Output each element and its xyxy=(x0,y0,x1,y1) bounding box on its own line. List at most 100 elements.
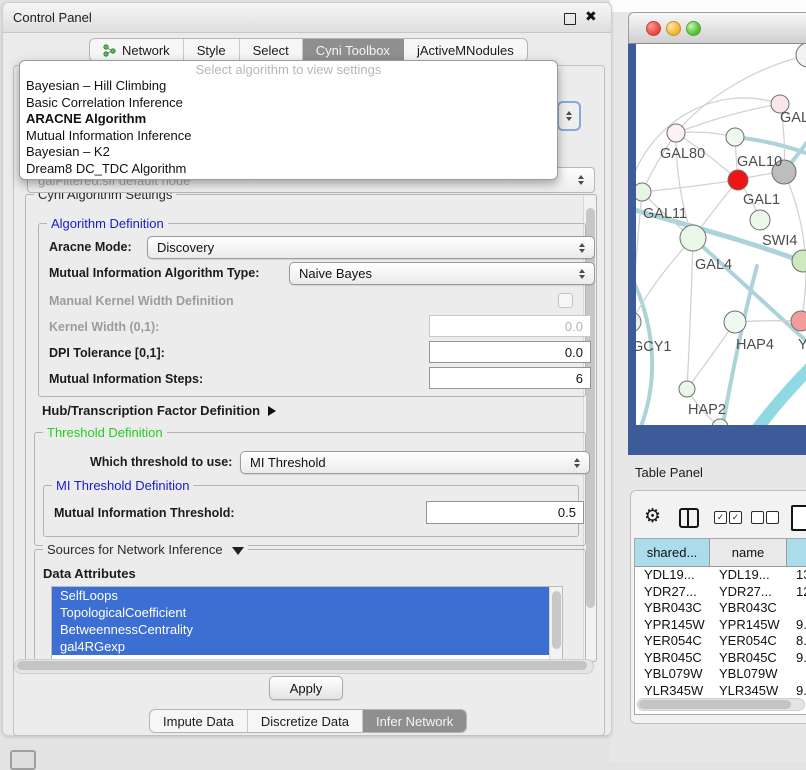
kernel-width-field[interactable]: 0.0 xyxy=(429,315,591,337)
select-all-checkbox-icon-2[interactable]: ✓ xyxy=(729,511,742,524)
settings-hscroll-thumb[interactable] xyxy=(17,661,587,670)
network-node[interactable] xyxy=(726,128,744,146)
aracne-mode-combo[interactable]: Discovery xyxy=(147,236,595,259)
network-edge[interactable] xyxy=(642,180,738,192)
collapsed-arrow-icon xyxy=(268,406,276,416)
network-edge[interactable] xyxy=(687,322,735,389)
algorithm-option[interactable]: Dream8 DC_TDC Algorithm xyxy=(20,161,557,178)
network-edge[interactable] xyxy=(687,238,693,389)
settings-horizontal-scrollbar[interactable] xyxy=(14,659,594,674)
hub-definition-label: Hub/Transcription Factor Definition xyxy=(42,403,260,418)
table-rows[interactable]: YDL19...YDL19...13YDR27...YDR27...12YBR0… xyxy=(635,567,806,702)
mi-type-combo[interactable]: Naive Bayes xyxy=(289,262,595,285)
network-view[interactable]: GALGAL80GAL10GAL1GAL11SWI4GAL4GCY1HAP4YH… xyxy=(636,42,806,425)
tab-cyni-toolbox[interactable]: Cyni Toolbox xyxy=(303,39,404,61)
tab-style[interactable]: Style xyxy=(184,39,240,61)
table-row[interactable]: YDL19...YDL19...13 xyxy=(635,567,806,584)
deselect-all-checkbox-icon-2[interactable] xyxy=(766,511,779,524)
algorithm-option[interactable]: Bayesian – K2 xyxy=(20,144,557,161)
network-node[interactable] xyxy=(792,250,806,272)
minimize-traffic-light-icon[interactable] xyxy=(666,21,681,36)
table-row[interactable]: YER054CYER054C8. xyxy=(635,633,806,650)
algorithm-definition-group: Algorithm Definition Aracne Mode: Discov… xyxy=(38,223,586,397)
table-row[interactable]: YLR345WYLR345W9. xyxy=(635,683,806,700)
algorithm-option[interactable]: Basic Correlation Inference xyxy=(20,95,557,112)
network-node[interactable] xyxy=(791,311,806,331)
attributes-vscrollbar[interactable] xyxy=(549,587,562,660)
tab-infer-network[interactable]: Infer Network xyxy=(363,710,466,732)
cyni-bottom-tabbar: Impute Data Discretize Data Infer Networ… xyxy=(149,709,467,733)
close-traffic-light-icon[interactable] xyxy=(646,21,661,36)
attribute-list-item[interactable]: TopologicalCoefficient xyxy=(52,604,558,621)
mi-steps-field[interactable]: 6 xyxy=(429,367,591,389)
network-node[interactable] xyxy=(667,124,685,142)
column-header-shared-name[interactable]: shared... xyxy=(635,539,710,566)
table-row[interactable]: YBR045CYBR045C9. xyxy=(635,650,806,667)
column-layout-icon[interactable] xyxy=(679,508,699,528)
mi-threshold-legend: MI Threshold Definition xyxy=(52,478,193,493)
float-window-icon[interactable] xyxy=(564,13,576,25)
hub-definition-toggle[interactable]: Hub/Transcription Factor Definition xyxy=(42,403,276,418)
network-node[interactable] xyxy=(750,210,770,230)
network-window-titlebar[interactable] xyxy=(628,12,806,44)
algorithm-option[interactable]: Bayesian – Hill Climbing xyxy=(20,78,557,95)
algorithm-option[interactable]: Mutual Information Inference xyxy=(20,128,557,145)
mi-threshold-field[interactable]: 0.5 xyxy=(426,501,584,524)
table-cell: YDR27... xyxy=(710,584,787,601)
table-settings-gear-icon[interactable]: ⚙ xyxy=(644,507,661,526)
attributes-vscroll-thumb[interactable] xyxy=(552,591,561,649)
deselect-all-checkbox-icon[interactable] xyxy=(751,511,764,524)
table-row[interactable]: YPR145WYPR145W9. xyxy=(635,617,806,634)
column-header-name[interactable]: name xyxy=(710,539,787,566)
network-node[interactable] xyxy=(724,311,746,333)
network-node[interactable] xyxy=(796,43,806,67)
zoom-traffic-light-icon[interactable] xyxy=(686,21,701,36)
column-header-clipped[interactable] xyxy=(787,539,806,566)
network-edge[interactable] xyxy=(636,98,780,192)
network-node-label: GAL11 xyxy=(643,206,687,222)
algorithm-combo-stepper-fragment[interactable] xyxy=(557,101,581,131)
tab-jactivemnodules[interactable]: jActiveMNodules xyxy=(404,39,527,61)
network-node[interactable] xyxy=(680,225,706,251)
table-hscroll-thumb[interactable] xyxy=(639,700,791,709)
network-node[interactable] xyxy=(636,312,641,332)
tab-network[interactable]: Network xyxy=(90,39,184,61)
attribute-list-item[interactable]: gal4RGexp xyxy=(52,638,558,655)
node-table[interactable]: shared... name YDL19...YDL19...13YDR27..… xyxy=(634,538,806,715)
data-attributes-list[interactable]: SelfLoopsTopologicalCoefficientBetweenne… xyxy=(51,586,563,661)
network-edge[interactable] xyxy=(726,364,806,425)
table-cell: YBR045C xyxy=(710,650,787,667)
sources-legend-text: Sources for Network Inference xyxy=(47,542,223,557)
algorithm-option[interactable]: ARACNE Algorithm xyxy=(20,111,557,128)
export-table-icon[interactable] xyxy=(791,505,806,531)
which-threshold-combo[interactable]: MI Threshold xyxy=(240,451,590,474)
network-node[interactable] xyxy=(728,170,748,190)
attribute-list-item[interactable]: BetweennessCentrality xyxy=(52,621,558,638)
sources-legend[interactable]: Sources for Network Inference xyxy=(43,542,248,557)
table-row[interactable]: YBR043CYBR043C xyxy=(635,600,806,617)
attribute-list-item[interactable]: SelfLoops xyxy=(52,587,558,604)
tab-select[interactable]: Select xyxy=(240,39,303,61)
manual-kernel-checkbox[interactable] xyxy=(558,293,573,308)
select-all-checkbox-icon[interactable]: ✓ xyxy=(714,511,727,524)
tab-discretize-data[interactable]: Discretize Data xyxy=(248,710,363,732)
tab-impute-data-label: Impute Data xyxy=(163,714,234,729)
expanded-arrow-icon xyxy=(232,547,244,555)
dock-mini-button[interactable] xyxy=(10,750,36,770)
apply-button[interactable]: Apply xyxy=(269,676,343,700)
table-cell: 12 xyxy=(787,584,806,601)
network-node[interactable] xyxy=(679,381,695,397)
network-edge[interactable] xyxy=(642,133,676,192)
table-row[interactable]: YBL079WYBL079W xyxy=(635,666,806,683)
dpi-tolerance-field[interactable]: 0.0 xyxy=(429,341,591,363)
network-edge[interactable] xyxy=(676,104,780,133)
close-panel-icon[interactable]: ✖ xyxy=(585,8,597,25)
table-cell: YBR045C xyxy=(635,650,710,667)
control-panel-title: Control Panel xyxy=(13,10,92,25)
tab-impute-data[interactable]: Impute Data xyxy=(150,710,248,732)
table-row[interactable]: YDR27...YDR27...12 xyxy=(635,584,806,601)
table-horizontal-scrollbar[interactable] xyxy=(637,698,805,711)
table-cell: YDL19... xyxy=(710,567,787,584)
network-node[interactable] xyxy=(636,183,651,201)
table-cell: YER054C xyxy=(635,633,710,650)
